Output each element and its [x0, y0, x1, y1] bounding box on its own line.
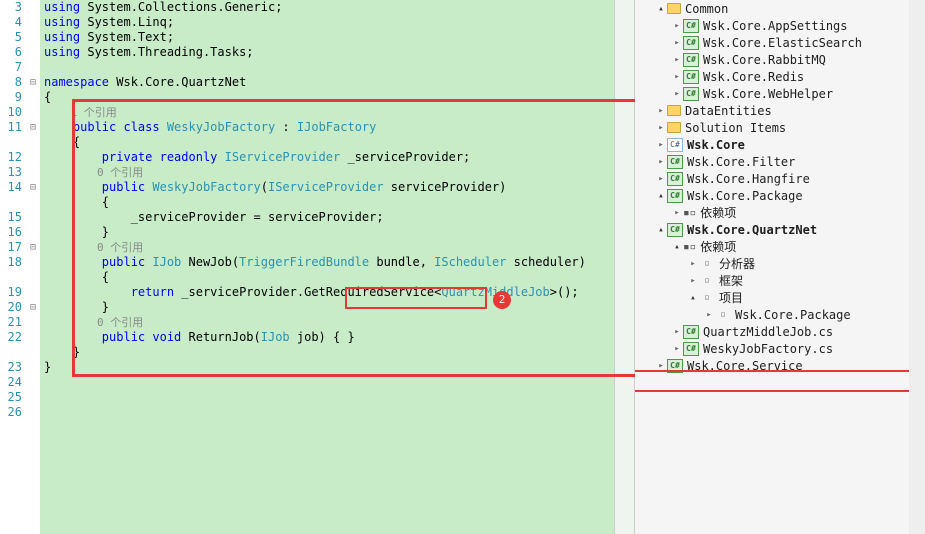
folder-icon	[667, 122, 681, 133]
tree-label: Wsk.Core.RabbitMQ	[703, 53, 826, 67]
csf-icon: C#	[683, 342, 699, 356]
folder-icon	[667, 105, 681, 116]
item-icon: ▫	[699, 274, 715, 288]
tree-label: Wsk.Core.AppSettings	[703, 19, 848, 33]
tree-node[interactable]: ▴ Common	[635, 0, 925, 17]
cs-icon: C#	[683, 53, 699, 67]
expand-arrow-icon[interactable]: ▸	[671, 208, 683, 218]
cs-icon: C#	[683, 87, 699, 101]
tree-label: Wsk.Core.Service	[687, 359, 803, 373]
item-icon: ▫	[699, 257, 715, 271]
expand-arrow-icon[interactable]: ▸	[703, 310, 715, 320]
tree-label: WeskyJobFactory.cs	[703, 342, 833, 356]
tree-label: 项目	[719, 289, 743, 306]
code-area[interactable]: using System.Collections.Generic; using …	[40, 0, 614, 534]
expand-arrow-icon[interactable]: ▴	[655, 4, 667, 14]
tree-node[interactable]: ▸C# Wsk.Core.Filter	[635, 153, 925, 170]
tree-label: 框架	[719, 272, 743, 289]
tree-label: 分析器	[719, 255, 755, 272]
expand-arrow-icon[interactable]: ▸	[655, 123, 667, 133]
expand-arrow-icon[interactable]: ▸	[671, 38, 683, 48]
tree-node[interactable]: ▸C# QuartzMiddleJob.cs	[635, 323, 925, 340]
proj-icon: C#	[667, 138, 683, 152]
fold-gutter[interactable]: ⊟⊟⊟⊟⊟	[26, 0, 40, 534]
tree-node[interactable]: ▸C# Wsk.Core.RabbitMQ	[635, 51, 925, 68]
tree-node[interactable]: ▸▫ Wsk.Core.Package	[635, 306, 925, 323]
expand-arrow-icon[interactable]: ▸	[655, 140, 667, 150]
annotation-badge-2: 2	[493, 291, 511, 309]
tree-label: 依赖项	[700, 238, 736, 255]
tree-node[interactable]: ▸C# Wsk.Core	[635, 136, 925, 153]
tree-node[interactable]: ▸C# Wsk.Core.Redis	[635, 68, 925, 85]
expand-arrow-icon[interactable]: ▸	[671, 72, 683, 82]
cs-icon: C#	[683, 36, 699, 50]
item-icon: ▫	[699, 291, 715, 305]
expand-arrow-icon[interactable]: ▸	[655, 157, 667, 167]
editor-scrollbar[interactable]	[614, 0, 634, 534]
expand-arrow-icon[interactable]: ▸	[655, 174, 667, 184]
expand-arrow-icon[interactable]: ▸	[687, 276, 699, 286]
tree-label: DataEntities	[685, 104, 772, 118]
expand-arrow-icon[interactable]: ▸	[671, 55, 683, 65]
cs-icon: C#	[667, 155, 683, 169]
tree-label: Wsk.Core.QuartzNet	[687, 223, 817, 237]
tree-label: Wsk.Core	[687, 138, 745, 152]
tree-node[interactable]: ▸▫ 分析器	[635, 255, 925, 272]
tree-label: Wsk.Core.Package	[735, 308, 851, 322]
tree-node[interactable]: ▸ DataEntities	[635, 102, 925, 119]
expand-arrow-icon[interactable]: ▸	[655, 361, 667, 371]
expand-arrow-icon[interactable]: ▸	[671, 89, 683, 99]
tree-node[interactable]: ▴▫ 项目	[635, 289, 925, 306]
expand-arrow-icon[interactable]: ▴	[655, 225, 667, 235]
cs-icon: C#	[667, 172, 683, 186]
explorer-scrollbar[interactable]	[909, 0, 925, 534]
folder-icon	[667, 3, 681, 14]
tree-label: Solution Items	[685, 121, 786, 135]
expand-arrow-icon[interactable]: ▸	[671, 327, 683, 337]
ref-icon: ▪▫	[683, 206, 696, 220]
tree-label: Wsk.Core.Redis	[703, 70, 804, 84]
cs-icon: C#	[683, 19, 699, 33]
expand-arrow-icon[interactable]: ▴	[671, 242, 683, 252]
expand-arrow-icon[interactable]: ▸	[655, 106, 667, 116]
tree-node[interactable]: ▸C# Wsk.Core.Service	[635, 357, 925, 374]
cs-icon: C#	[683, 70, 699, 84]
cs-icon: C#	[667, 359, 683, 373]
item-icon: ▫	[715, 308, 731, 322]
tree-node[interactable]: ▸ Solution Items	[635, 119, 925, 136]
tree-node[interactable]: ▸C# Wsk.Core.AppSettings	[635, 17, 925, 34]
tree-node[interactable]: ▸C# WeskyJobFactory.cs	[635, 340, 925, 357]
tree-label: 依赖项	[700, 204, 736, 221]
tree-node[interactable]: ▸C# Wsk.Core.ElasticSearch	[635, 34, 925, 51]
expand-arrow-icon[interactable]: ▴	[655, 191, 667, 201]
tree-node[interactable]: ▸C# Wsk.Core.Hangfire	[635, 170, 925, 187]
cs-icon: C#	[667, 189, 683, 203]
tree-node[interactable]: ▴C# Wsk.Core.Package	[635, 187, 925, 204]
expand-arrow-icon[interactable]: ▴	[687, 293, 699, 303]
tree-label: QuartzMiddleJob.cs	[703, 325, 833, 339]
expand-arrow-icon[interactable]: ▸	[671, 344, 683, 354]
tree-label: Wsk.Core.WebHelper	[703, 87, 833, 101]
csf-icon: C#	[683, 325, 699, 339]
cs-icon: C#	[667, 223, 683, 237]
expand-arrow-icon[interactable]: ▸	[671, 21, 683, 31]
tree-node[interactable]: ▴C# Wsk.Core.QuartzNet	[635, 221, 925, 238]
tree-label: Wsk.Core.Filter	[687, 155, 795, 169]
tree-label: Wsk.Core.Package	[687, 189, 803, 203]
tree-node[interactable]: ▸▫ 框架	[635, 272, 925, 289]
tree-label: Common	[685, 2, 728, 16]
tree-node[interactable]: ▸C# Wsk.Core.WebHelper	[635, 85, 925, 102]
code-editor[interactable]: 3456789101112131415161718192021222324252…	[0, 0, 635, 534]
solution-explorer[interactable]: ▴Common▸C#Wsk.Core.AppSettings▸C#Wsk.Cor…	[635, 0, 925, 534]
tree-node[interactable]: ▴▪▫ 依赖项	[635, 238, 925, 255]
line-gutter: 3456789101112131415161718192021222324252…	[0, 0, 26, 534]
ref-icon: ▪▫	[683, 240, 696, 254]
expand-arrow-icon[interactable]: ▸	[687, 259, 699, 269]
tree-label: Wsk.Core.Hangfire	[687, 172, 810, 186]
tree-node[interactable]: ▸▪▫ 依赖项	[635, 204, 925, 221]
tree-label: Wsk.Core.ElasticSearch	[703, 36, 862, 50]
